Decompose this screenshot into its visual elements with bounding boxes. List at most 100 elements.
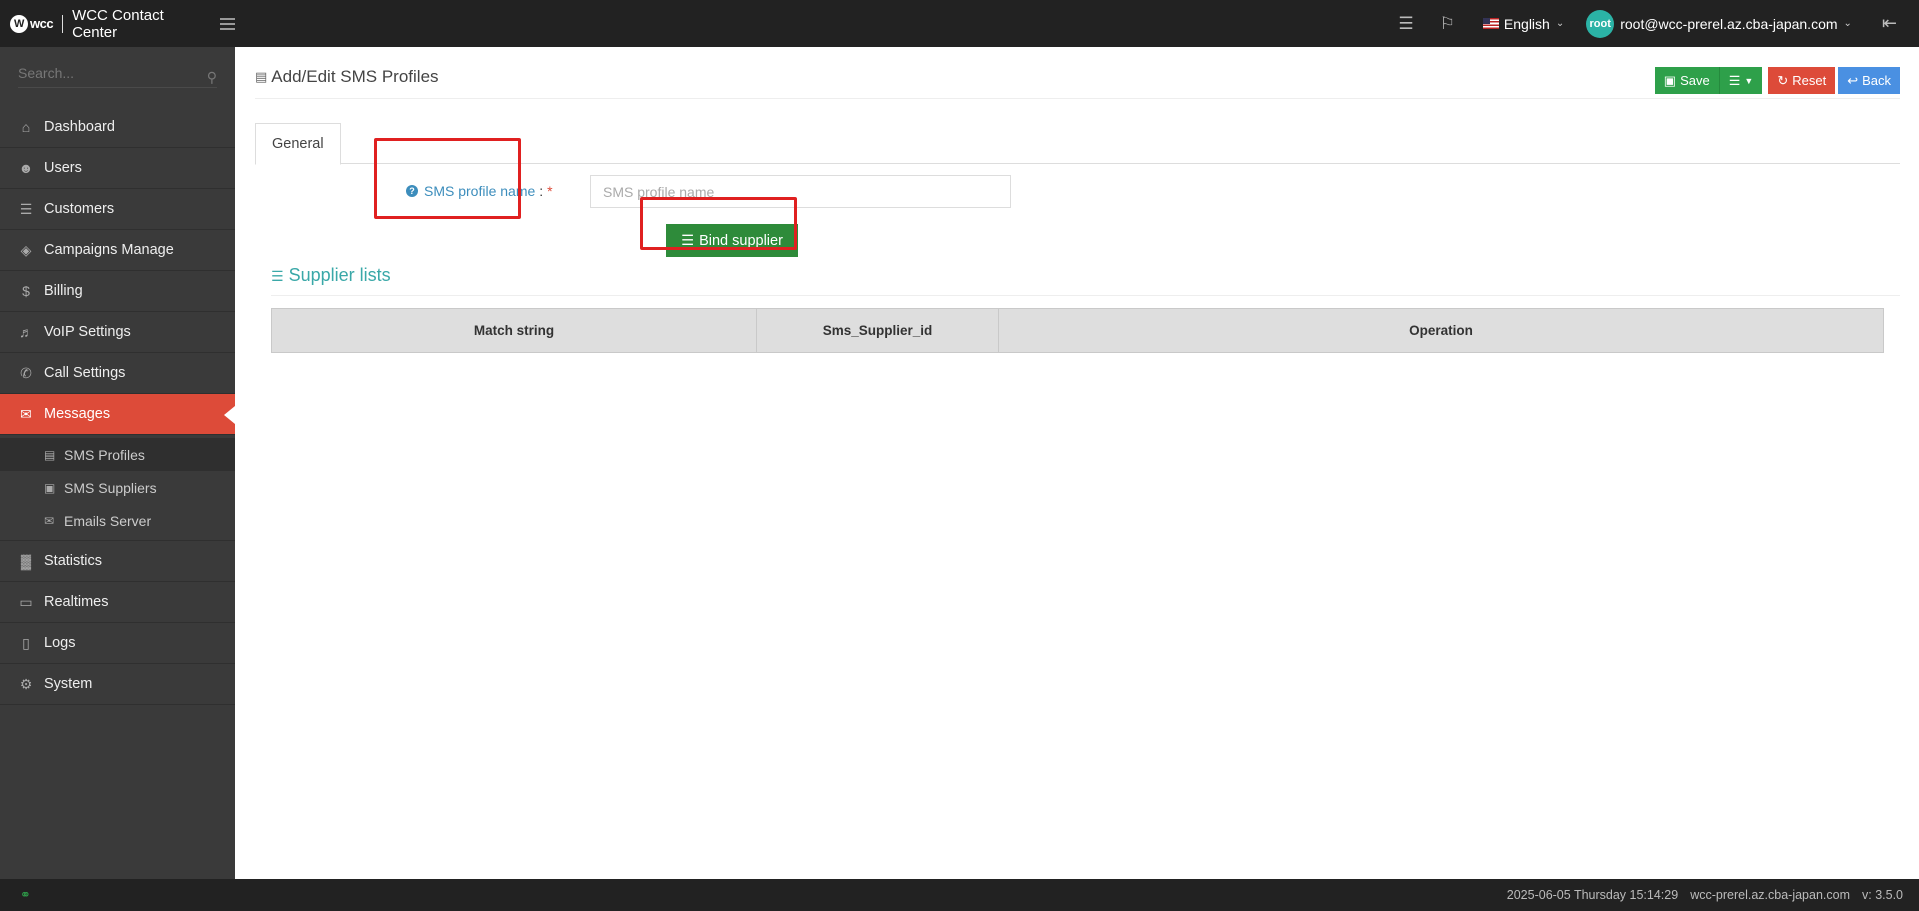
sidebar-item-label: System <box>44 676 93 692</box>
sidebar-subitem-emails-server[interactable]: ✉ Emails Server <box>0 504 235 537</box>
search-input[interactable] <box>18 65 217 88</box>
envelope-icon: ✉ <box>20 405 32 422</box>
sidebar-subitem-sms-suppliers[interactable]: ▣ SMS Suppliers <box>0 471 235 504</box>
sms-profile-name-row: ? SMS profile name : * <box>235 175 1035 215</box>
sidebar-item-customers[interactable]: ☰ Customers <box>0 189 235 230</box>
floppy-icon: ▣ <box>1663 72 1677 88</box>
sidebar-item-label: Call Settings <box>44 365 126 381</box>
link-icon: ⚭ <box>20 887 31 902</box>
footer-datetime: 2025-06-05 Thursday 15:14:29 <box>1506 888 1679 902</box>
sidebar-item-system[interactable]: ⚙ System <box>0 664 235 705</box>
sidebar-item-label: Messages <box>44 406 111 422</box>
language-selector[interactable]: English ⌄ <box>1482 15 1565 32</box>
volume-icon: ♬ <box>19 324 33 340</box>
annotation-box-label <box>374 138 521 219</box>
layers-icon[interactable]: ☰ <box>1398 14 1413 34</box>
search-icon[interactable]: ⚲ <box>207 69 217 86</box>
user-email: root@wcc-prerel.az.cba-japan.com <box>1620 15 1838 32</box>
gear-icon: ⚙ <box>19 675 33 692</box>
column-header-sms-supplier-id[interactable]: Sms_Supplier_id <box>756 308 999 353</box>
app-title: WCC Contact Center <box>72 6 164 41</box>
table-header-row: Match string Sms_Supplier_id Operation <box>271 308 1884 353</box>
save-label: Save <box>1680 73 1710 88</box>
footer-host: wcc-prerel.az.cba-japan.com <box>1690 888 1850 902</box>
bar-chart-icon: ▓ <box>20 553 32 569</box>
top-bar: W wcc WCC Contact Center ☰ ⚐ English ⌄ r… <box>0 0 1919 47</box>
user-menu[interactable]: root root@wcc-prerel.az.cba-japan.com ⌄ <box>1586 9 1852 38</box>
file-icon: ▤ <box>44 447 56 462</box>
status-bar: ⚭ 2025-06-05 Thursday 15:14:29 wcc-prere… <box>0 879 1919 911</box>
monitor-icon: ▭ <box>19 593 33 610</box>
sidebar-subitem-label: SMS Suppliers <box>64 479 157 496</box>
brand: W wcc WCC Contact Center <box>0 7 235 41</box>
sidebar-item-label: Customers <box>44 201 115 217</box>
column-header-match-string[interactable]: Match string <box>271 308 757 353</box>
sidebar-item-call-settings[interactable]: ✆ Call Settings <box>0 353 235 394</box>
file-icon: ▤ <box>255 69 268 84</box>
list-icon: ☰ <box>1728 72 1741 88</box>
sidebar-item-label: Statistics <box>44 553 103 569</box>
us-flag-icon <box>1482 18 1499 29</box>
sidebar-item-label: Campaigns Manage <box>44 242 174 258</box>
user-icon: ☻ <box>18 160 34 176</box>
top-right-tools: ☰ ⚐ English ⌄ root root@wcc-prerel.az.cb… <box>1376 0 1919 47</box>
sidebar-item-billing[interactable]: $ Billing <box>0 271 235 312</box>
column-header-operation[interactable]: Operation <box>998 308 1884 353</box>
sidebar-item-statistics[interactable]: ▓ Statistics <box>0 541 235 582</box>
supplier-table: Match string Sms_Supplier_id Operation <box>271 308 1884 353</box>
bell-icon[interactable]: ⚐ <box>1440 14 1455 34</box>
reset-label: Reset <box>1792 73 1827 88</box>
logo[interactable]: W wcc <box>10 14 54 33</box>
sidebar-item-realtimes[interactable]: ▭ Realtimes <box>0 582 235 623</box>
chevron-down-icon: ⌄ <box>1555 18 1565 29</box>
page-title-text: Add/Edit SMS Profiles <box>271 67 439 86</box>
footer-version: v: 3.5.0 <box>1862 888 1903 902</box>
sidebar-item-label: Logs <box>44 635 76 651</box>
section-title-text: Supplier lists <box>288 265 391 285</box>
sidebar-item-label: Realtimes <box>44 594 109 610</box>
envelope-icon: ✉ <box>44 513 55 528</box>
refresh-icon: ↻ <box>1777 72 1789 88</box>
home-icon: ⌂ <box>21 119 31 135</box>
sidebar-item-label: VoIP Settings <box>44 324 131 340</box>
back-button[interactable]: ↩ Back <box>1838 67 1900 94</box>
sidebar-item-label: Dashboard <box>44 119 115 135</box>
layers-icon: ◈ <box>20 241 32 258</box>
save-options-button[interactable]: ☰ ▼ <box>1718 67 1763 94</box>
messages-submenu: ▤ SMS Profiles ▣ SMS Suppliers ✉ Emails … <box>0 435 235 541</box>
main-content: ▤ Add/Edit SMS Profiles ▣ Save ☰ ▼ ↻ Res… <box>235 47 1919 879</box>
sidebar-item-messages[interactable]: ✉ Messages <box>0 394 235 435</box>
field-colon: : <box>539 183 544 199</box>
back-label: Back <box>1862 73 1891 88</box>
annotation-box-bind-button <box>640 197 797 250</box>
page-actions: ▣ Save ☰ ▼ ↻ Reset ↩ Back <box>1654 67 1900 94</box>
sidebar-subitem-label: Emails Server <box>64 512 152 529</box>
book-icon: ▯ <box>22 634 30 651</box>
phone-icon: ✆ <box>20 364 32 381</box>
sidebar-item-voip-settings[interactable]: ♬ VoIP Settings <box>0 312 235 353</box>
sidebar-item-dashboard[interactable]: ⌂ Dashboard <box>0 107 235 148</box>
footer-info: 2025-06-05 Thursday 15:14:29 wcc-prerel.… <box>1507 888 1919 902</box>
logo-text: wcc <box>30 16 54 31</box>
menu-toggle-icon[interactable] <box>220 17 235 30</box>
reset-button[interactable]: ↻ Reset <box>1768 67 1836 94</box>
sidebar-subitem-sms-profiles[interactable]: ▤ SMS Profiles <box>0 438 235 471</box>
database-icon: ☰ <box>19 200 33 217</box>
logout-icon[interactable]: ⇤ <box>1882 13 1897 34</box>
dollar-icon: $ <box>22 283 30 299</box>
sidebar-item-campaigns[interactable]: ◈ Campaigns Manage <box>0 230 235 271</box>
chevron-down-icon: ▼ <box>1744 75 1754 86</box>
sidebar-subitem-label: SMS Profiles <box>64 446 145 463</box>
sidebar-item-users[interactable]: ☻ Users <box>0 148 235 189</box>
language-label: English <box>1503 15 1550 32</box>
list-icon: ☰ <box>271 268 284 284</box>
chevron-down-icon: ⌄ <box>1843 18 1852 29</box>
logo-mark-icon: W <box>10 14 28 33</box>
sidebar-item-label: Users <box>44 160 82 176</box>
avatar: root <box>1586 9 1615 38</box>
sidebar-item-logs[interactable]: ▯ Logs <box>0 623 235 664</box>
reply-icon: ↩ <box>1847 72 1859 88</box>
page-title: ▤ Add/Edit SMS Profiles <box>255 67 1900 87</box>
tab-general[interactable]: General <box>255 123 341 165</box>
save-button[interactable]: ▣ Save <box>1654 67 1719 94</box>
